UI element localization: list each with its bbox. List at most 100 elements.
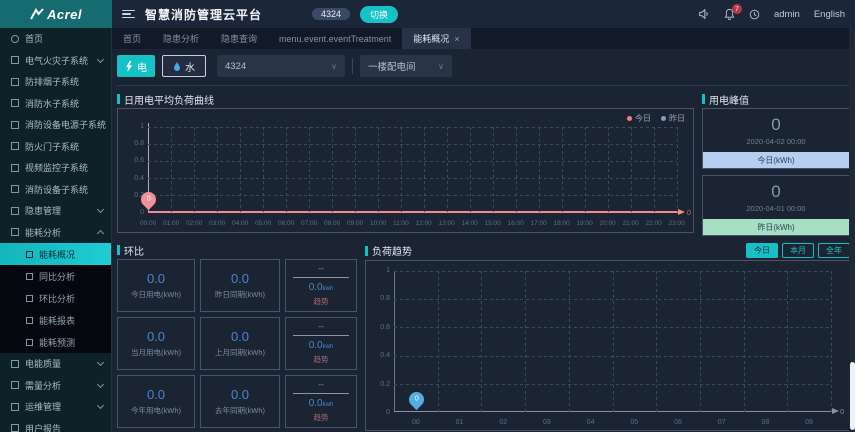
sidebar-item[interactable]: 视频监控子系统	[0, 157, 111, 179]
legend-item[interactable]: 昨日	[661, 113, 685, 124]
sidebar-item[interactable]: 需量分析	[0, 375, 111, 397]
gridline	[424, 127, 425, 212]
data-point-marker[interactable]: 0	[405, 388, 427, 411]
sidebar-subitem[interactable]: 能耗预测	[0, 331, 111, 353]
sidebar-item-label: 防排烟子系统	[25, 77, 80, 88]
y-tick-label: 1	[386, 267, 390, 274]
x-tick-label: 08:00	[324, 220, 341, 227]
peak-card-body: 0 2020-04-02 00:00	[703, 109, 849, 152]
tab-label: 隐患分析	[163, 34, 200, 44]
x-tick-label: 10:00	[370, 220, 387, 227]
load-curve-chart[interactable]: 今日 昨日 1 0.8 0.6 0.4 0.2 0 0 0 00:00 01:00 02:00 0…	[117, 108, 694, 233]
tab-item[interactable]: menu.event.eventTreatment	[268, 28, 402, 49]
sidebar-item[interactable]: 消防设备子系统	[0, 179, 111, 201]
trend-value: 0.0kwh	[308, 340, 334, 351]
chevron-down-icon	[96, 359, 105, 367]
water-toggle-button[interactable]: 水	[162, 55, 206, 77]
clock-icon[interactable]	[749, 9, 760, 20]
load-trend-chart[interactable]: 1 0.8 0.6 0.4 0.2 0 0 0 00 01 02 03 04 05 06 07 08 09	[365, 260, 850, 431]
sidebar-subitem[interactable]: 同比分析	[0, 265, 111, 287]
mom-label: 当月用电(kWh)	[131, 348, 181, 357]
trend-label: 趋势	[313, 413, 329, 422]
tab-item[interactable]: 隐患查询	[210, 28, 268, 49]
tab-item[interactable]: 隐患分析	[152, 28, 210, 49]
sidebar-item[interactable]: 电能质量	[0, 353, 111, 375]
tab-item[interactable]: 首页	[112, 28, 152, 49]
bottom-row: 环比 0.0 今日用电(kWh) 0.0 昨日同期(kWh) -- 0.0kwh 趋势 0.0…	[117, 243, 850, 431]
sidebar-item[interactable]: 消防水子系统	[0, 93, 111, 115]
sidebar-item[interactable]: 防排烟子系统	[0, 71, 111, 93]
menu-collapse-icon[interactable]	[122, 9, 135, 19]
trend-unit: kwh	[322, 402, 334, 408]
submenu-icon	[26, 316, 33, 324]
sidebar-item[interactable]: 能耗分析	[0, 222, 111, 244]
x-tick-label: 00	[411, 419, 420, 426]
bell-icon[interactable]: 7	[724, 4, 742, 20]
sidebar-item-label: 隐患管理	[25, 206, 62, 217]
logo-text: Acrel	[46, 6, 83, 22]
room-select[interactable]: 一楼配电间 ∨	[360, 55, 452, 77]
project-badge: 4324	[312, 8, 351, 20]
language-switch[interactable]: English	[814, 9, 845, 20]
building-select[interactable]: 4324 ∨	[217, 55, 345, 77]
app-root: Acrel 智慧消防管理云平台 4324 切换 7 admin English	[0, 0, 855, 432]
x-tick-label: 00:00	[140, 220, 157, 227]
trend-range-button[interactable]: 今日	[746, 243, 778, 258]
water-drop-icon	[174, 61, 180, 71]
gridline	[148, 144, 677, 145]
sidebar-subitem-label: 环比分析	[39, 293, 76, 304]
content: 电 水 4324 ∨ 一楼配电间 ∨ 日用电平均负荷曲线 今日 昨日 1 0.8…	[112, 49, 855, 432]
mom-comparison-section: 环比 0.0 今日用电(kWh) 0.0 昨日同期(kWh) -- 0.0kwh 趋势 0.0…	[117, 243, 357, 431]
trend-range-button[interactable]: 全年	[818, 243, 850, 258]
electric-toggle-button[interactable]: 电	[117, 55, 155, 77]
user-menu[interactable]: admin	[774, 9, 800, 20]
sidebar-item[interactable]: 用户报告	[0, 418, 111, 432]
gridline	[401, 127, 402, 212]
sidebar-item-label: 消防设备电源子系统	[25, 120, 107, 131]
fire-door-icon	[11, 142, 19, 151]
gridline	[437, 271, 439, 412]
y-tick-label: 0	[386, 408, 390, 416]
scrollbar-thumb[interactable]	[849, 362, 855, 430]
mom-title-text: 环比	[124, 246, 144, 258]
sidebar-item[interactable]: 隐患管理	[0, 200, 111, 222]
y-tick-label: 0.6	[134, 157, 144, 165]
load-trend-title-text: 负荷趋势	[372, 247, 412, 258]
peak-date: 2020-04-02 00:00	[746, 137, 806, 146]
mom-value: 0.0	[146, 329, 166, 344]
x-tick-label: 11:00	[393, 220, 409, 227]
chevron-down-icon: ∨	[331, 61, 337, 71]
peak-usage-title: 用电峰值	[702, 92, 850, 107]
gridline	[355, 127, 356, 212]
peak-footer-yesterday: 昨日(kWh)	[703, 219, 849, 235]
sidebar-item[interactable]: 首页	[0, 28, 111, 50]
sidebar: 首页电气火灾子系统 防排烟子系统消防水子系统消防设备电源子系统防火门子系统 视频监控…	[0, 28, 112, 432]
speaker-icon[interactable]	[698, 8, 710, 20]
x-tick-label: 09	[805, 419, 813, 426]
vertical-scrollbar[interactable]	[849, 28, 855, 432]
gridline	[831, 271, 832, 412]
y-tick-label: 0.8	[380, 295, 390, 303]
sidebar-subitem[interactable]: 能耗概况	[0, 243, 111, 265]
gridline	[562, 127, 563, 212]
sidebar-item[interactable]: 消防设备电源子系统	[0, 114, 111, 136]
tab-active[interactable]: 能耗概况 ×	[402, 28, 471, 49]
header-main: 智慧消防管理云平台 4324 切换 7 admin English	[112, 0, 855, 28]
sidebar-item[interactable]: 电气火灾子系统	[0, 50, 111, 72]
sidebar-subitem[interactable]: 能耗报表	[0, 309, 111, 331]
switch-button[interactable]: 切换	[360, 5, 399, 23]
sidebar-item[interactable]: 防火门子系统	[0, 136, 111, 158]
submenu-icon	[26, 294, 33, 302]
gridline	[240, 127, 241, 212]
sidebar-subitem[interactable]: 环比分析	[0, 287, 111, 309]
power-quality-icon	[11, 359, 19, 368]
sidebar-item[interactable]: 运维管理	[0, 396, 111, 418]
sidebar-item-label: 电气火灾子系统	[25, 55, 89, 66]
legend-item[interactable]: 今日	[627, 113, 651, 124]
x-tick-label: 04	[586, 419, 595, 426]
gridline	[568, 271, 570, 412]
close-tab-icon[interactable]: ×	[454, 34, 459, 44]
trend-range-button[interactable]: 本月	[782, 243, 814, 258]
gridline	[612, 271, 614, 412]
electric-fire-icon	[11, 56, 19, 65]
